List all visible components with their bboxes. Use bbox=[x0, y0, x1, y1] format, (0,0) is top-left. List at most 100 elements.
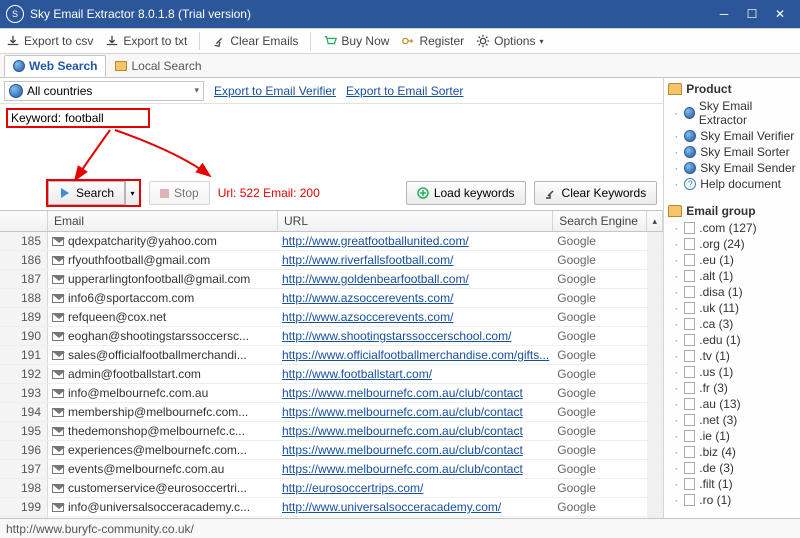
row-url[interactable]: http://www.universalsocceracademy.com/ bbox=[278, 498, 553, 516]
table-row[interactable]: 198customerservice@eurosoccertri...http:… bbox=[0, 479, 663, 498]
row-url[interactable]: http://www.footballstart.com/ bbox=[278, 365, 553, 383]
product-item[interactable]: ·Sky Email Verifier bbox=[672, 128, 796, 144]
table-row[interactable]: 188info6@sportaccom.comhttp://www.azsocc… bbox=[0, 289, 663, 308]
product-item[interactable]: ·Sky Email Sorter bbox=[672, 144, 796, 160]
email-group-item[interactable]: ·.tv (1) bbox=[672, 348, 796, 364]
col-number[interactable] bbox=[0, 211, 48, 231]
scrollbar-gutter[interactable] bbox=[647, 479, 663, 497]
scrollbar-gutter[interactable] bbox=[647, 346, 663, 364]
tab-local-search[interactable]: Local Search bbox=[106, 55, 210, 77]
tab-web-search[interactable]: Web Search bbox=[4, 55, 106, 77]
row-url[interactable]: https://www.melbournefc.com.au/club/cont… bbox=[278, 384, 553, 402]
email-group-item[interactable]: ·.ie (1) bbox=[672, 428, 796, 444]
email-group-item[interactable]: ·.ro (1) bbox=[672, 492, 796, 508]
table-row[interactable]: 194membership@melbournefc.com...https://… bbox=[0, 403, 663, 422]
grid-body[interactable]: 185qdexpatcharity@yahoo.comhttp://www.gr… bbox=[0, 232, 663, 518]
row-url[interactable]: https://www.melbournefc.com.au/club/cont… bbox=[278, 403, 553, 421]
bullet-icon: · bbox=[672, 129, 680, 143]
email-group-item[interactable]: ·.edu (1) bbox=[672, 332, 796, 348]
table-row[interactable]: 196experiences@melbournefc.com...https:/… bbox=[0, 441, 663, 460]
maximize-button[interactable]: ☐ bbox=[738, 0, 766, 28]
scrollbar-gutter[interactable] bbox=[647, 441, 663, 459]
email-group-item[interactable]: ·.net (3) bbox=[672, 412, 796, 428]
clear-emails-button[interactable]: Clear Emails bbox=[212, 34, 298, 48]
col-url[interactable]: URL bbox=[278, 211, 553, 231]
email-group-item[interactable]: ·.com (127) bbox=[672, 220, 796, 236]
table-row[interactable]: 189refqueen@cox.nethttp://www.azsoccerev… bbox=[0, 308, 663, 327]
row-url[interactable]: http://eurosoccertrips.com/ bbox=[278, 479, 553, 497]
scrollbar-gutter[interactable] bbox=[647, 403, 663, 421]
minimize-button[interactable]: ─ bbox=[710, 0, 738, 28]
product-item[interactable]: ·?Help document bbox=[672, 176, 796, 192]
scrollbar-gutter[interactable] bbox=[647, 270, 663, 288]
options-button[interactable]: Options ▾ bbox=[476, 34, 543, 48]
buy-now-button[interactable]: Buy Now bbox=[323, 34, 389, 48]
scrollbar-gutter[interactable] bbox=[647, 232, 663, 250]
row-url[interactable]: http://www.riverfallsfootball.com/ bbox=[278, 251, 553, 269]
table-row[interactable]: 195thedemonshop@melbournefc.c...https://… bbox=[0, 422, 663, 441]
email-group-item[interactable]: ·.ca (3) bbox=[672, 316, 796, 332]
email-group-item[interactable]: ·.au (13) bbox=[672, 396, 796, 412]
scrollbar-gutter[interactable] bbox=[647, 308, 663, 326]
row-url[interactable]: http://www.azsoccerevents.com/ bbox=[278, 289, 553, 307]
email-group-item[interactable]: ·.org (24) bbox=[672, 236, 796, 252]
row-url[interactable]: https://www.officialfootballmerchandise.… bbox=[278, 346, 553, 364]
table-row[interactable]: 191sales@officialfootballmerchandi...htt… bbox=[0, 346, 663, 365]
row-url[interactable]: http://soccer4sparta.org/ bbox=[278, 517, 553, 518]
scrollbar-gutter[interactable] bbox=[647, 365, 663, 383]
table-row[interactable]: 190eoghan@shootingstarssoccersc...http:/… bbox=[0, 327, 663, 346]
email-group-item[interactable]: ·.de (3) bbox=[672, 460, 796, 476]
register-button[interactable]: Register bbox=[401, 34, 464, 48]
email-group-item[interactable]: ·.us (1) bbox=[672, 364, 796, 380]
row-url[interactable]: https://www.melbournefc.com.au/club/cont… bbox=[278, 422, 553, 440]
product-item[interactable]: ·Sky Email Extractor bbox=[672, 98, 796, 128]
scrollbar-gutter[interactable] bbox=[647, 251, 663, 269]
row-number: 187 bbox=[0, 270, 48, 288]
scrollbar-gutter[interactable] bbox=[647, 498, 663, 516]
email-group-item[interactable]: ·.fr (3) bbox=[672, 380, 796, 396]
email-group-item-label: .ca (3) bbox=[699, 317, 733, 331]
row-url[interactable]: http://www.azsoccerevents.com/ bbox=[278, 308, 553, 326]
table-row[interactable]: 193info@melbournefc.com.auhttps://www.me… bbox=[0, 384, 663, 403]
table-row[interactable]: 199info@universalsocceracademy.c...http:… bbox=[0, 498, 663, 517]
scrollbar-gutter[interactable] bbox=[647, 327, 663, 345]
table-row[interactable]: 186rfyouthfootball@gmail.comhttp://www.r… bbox=[0, 251, 663, 270]
keyword-input[interactable] bbox=[65, 111, 145, 125]
load-keywords-button[interactable]: Load keywords bbox=[406, 181, 526, 205]
scrollbar-gutter[interactable] bbox=[647, 289, 663, 307]
close-button[interactable]: ✕ bbox=[766, 0, 794, 28]
scrollbar-gutter[interactable] bbox=[647, 460, 663, 478]
export-csv-button[interactable]: Export to csv bbox=[6, 34, 93, 48]
email-group-item[interactable]: ·.eu (1) bbox=[672, 252, 796, 268]
col-search-engine[interactable]: Search Engine bbox=[553, 211, 647, 231]
scroll-up-icon[interactable]: ▴ bbox=[647, 211, 663, 231]
scrollbar-gutter[interactable] bbox=[647, 517, 663, 518]
export-txt-button[interactable]: Export to txt bbox=[105, 34, 187, 48]
email-group-item[interactable]: ·.filt (1) bbox=[672, 476, 796, 492]
row-url[interactable]: http://www.greatfootballunited.com/ bbox=[278, 232, 553, 250]
scrollbar-gutter[interactable] bbox=[647, 384, 663, 402]
table-row[interactable]: 192admin@footballstart.comhttp://www.foo… bbox=[0, 365, 663, 384]
email-group-item[interactable]: ·.alt (1) bbox=[672, 268, 796, 284]
row-url[interactable]: https://www.melbournefc.com.au/club/cont… bbox=[278, 441, 553, 459]
row-url[interactable]: http://www.shootingstarssoccerschool.com… bbox=[278, 327, 553, 345]
email-group-item[interactable]: ·.uk (11) bbox=[672, 300, 796, 316]
table-row[interactable]: 185qdexpatcharity@yahoo.comhttp://www.gr… bbox=[0, 232, 663, 251]
table-row[interactable]: 200impallari@gmail.comhttp://soccer4spar… bbox=[0, 517, 663, 518]
export-verifier-link[interactable]: Export to Email Verifier bbox=[214, 84, 336, 98]
clear-keywords-button[interactable]: Clear Keywords bbox=[534, 181, 658, 205]
row-url[interactable]: https://www.melbournefc.com.au/club/cont… bbox=[278, 460, 553, 478]
product-item[interactable]: ·Sky Email Sender bbox=[672, 160, 796, 176]
countries-dropdown[interactable]: All countries ▾ bbox=[4, 81, 204, 101]
table-row[interactable]: 197events@melbournefc.com.auhttps://www.… bbox=[0, 460, 663, 479]
email-group-item[interactable]: ·.disa (1) bbox=[672, 284, 796, 300]
page-icon bbox=[684, 430, 695, 442]
email-group-item[interactable]: ·.biz (4) bbox=[672, 444, 796, 460]
row-url[interactable]: http://www.goldenbearfootball.com/ bbox=[278, 270, 553, 288]
scrollbar-gutter[interactable] bbox=[647, 422, 663, 440]
export-sorter-link[interactable]: Export to Email Sorter bbox=[346, 84, 463, 98]
globe-icon bbox=[9, 84, 23, 98]
stop-button[interactable]: Stop bbox=[149, 181, 210, 205]
col-email[interactable]: Email bbox=[48, 211, 278, 231]
table-row[interactable]: 187upperarlingtonfootball@gmail.comhttp:… bbox=[0, 270, 663, 289]
